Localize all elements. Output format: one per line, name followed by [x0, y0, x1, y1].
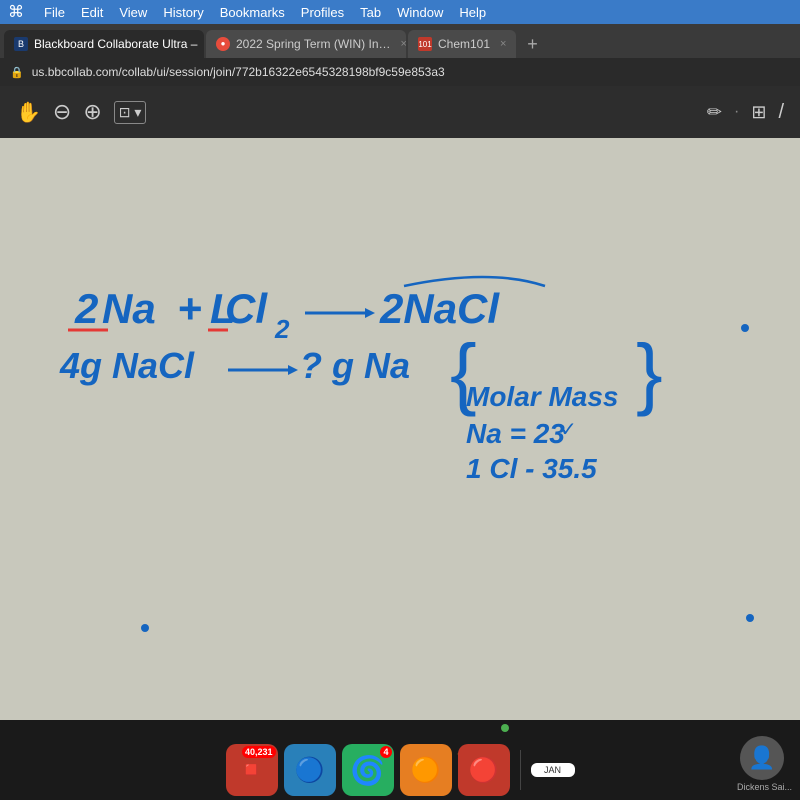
toolbar: ✋ ⊖ ⊕ ⊡ ▾ ✏ · ⊞ /	[0, 86, 800, 138]
pen-tool-button[interactable]: ✏	[707, 102, 722, 123]
tab-chem101-close[interactable]: ×	[500, 38, 506, 50]
frame-button[interactable]: ⊡ ▾	[114, 101, 147, 124]
menu-history[interactable]: History	[163, 5, 203, 20]
menu-view[interactable]: View	[119, 5, 147, 20]
tab-blackboard-label: Blackboard Collaborate Ultra –	[34, 37, 197, 51]
svg-text:1 Cl - 35.5: 1 Cl - 35.5	[466, 453, 597, 484]
tab-chem101-label: Chem101	[438, 37, 490, 51]
dock-badge-1: 40,231	[242, 746, 276, 758]
zoom-in-button[interactable]: ⊕	[83, 99, 101, 125]
menu-tab[interactable]: Tab	[360, 5, 381, 20]
menu-edit[interactable]: Edit	[81, 5, 103, 20]
dock-app-4[interactable]: 🟠	[400, 744, 452, 796]
tab-spring-term[interactable]: ● 2022 Spring Term (WIN) In… ×	[206, 30, 406, 58]
dock-badge-chrome: 4	[380, 746, 391, 758]
tab-spring-term-label: 2022 Spring Term (WIN) In…	[236, 37, 391, 51]
dock-app-1[interactable]: 🟥 40,231	[226, 744, 278, 796]
menu-window[interactable]: Window	[397, 5, 443, 20]
dock-app-chrome[interactable]: 🌀 4	[342, 744, 394, 796]
svg-text:4g NaCl: 4g NaCl	[59, 345, 195, 386]
svg-text:✓: ✓	[560, 419, 577, 441]
toolbar-left: ✋ ⊖ ⊕ ⊡ ▾	[16, 99, 146, 125]
menu-profiles[interactable]: Profiles	[301, 5, 344, 20]
slash-button[interactable]: /	[778, 101, 784, 124]
svg-text:Molar Mass: Molar Mass	[466, 381, 619, 412]
whiteboard-svg: 2 Na + L Cl 2 2NaCl 4g NaCl ? g Na { Mol…	[0, 138, 800, 720]
svg-text:Na = 23: Na = 23	[466, 418, 565, 449]
menu-help[interactable]: Help	[459, 5, 486, 20]
tab-spring-close[interactable]: ×	[401, 38, 407, 50]
tab-chem101[interactable]: 101 Chem101 ×	[408, 30, 516, 58]
toolbar-right: ✏ · ⊞ /	[707, 101, 784, 124]
whiteboard-area[interactable]: 2 Na + L Cl 2 2NaCl 4g NaCl ? g Na { Mol…	[0, 138, 800, 720]
zoom-out-button[interactable]: ⊖	[53, 99, 71, 125]
new-tab-button[interactable]: +	[518, 30, 546, 58]
user-name-label: Dickens Sai...	[737, 782, 792, 792]
user-avatar[interactable]: 👤	[740, 736, 784, 780]
notification-dot	[501, 724, 509, 732]
app-dock: 🟥 40,231 🔵 🌀 4 🟠 🔴 JAN	[0, 744, 800, 796]
tab-blackboard[interactable]: B Blackboard Collaborate Ultra – ×	[4, 30, 204, 58]
separator: ·	[734, 103, 739, 121]
hand-tool-button[interactable]: ✋	[16, 100, 41, 125]
apple-menu[interactable]: ⌘	[8, 2, 24, 22]
svg-text:2: 2	[74, 285, 98, 332]
bottom-dock-area: 👤 🔇 📷 🖐 🟥 40,231 🔵 🌀 4 🟠 🔴 JAN	[0, 720, 800, 800]
dock-app-5[interactable]: 🔴	[458, 744, 510, 796]
lock-icon: 🔒	[10, 66, 24, 79]
svg-text:Na: Na	[102, 285, 156, 332]
tab-bar: B Blackboard Collaborate Ultra – × ● 202…	[0, 24, 800, 58]
svg-text:2NaCl: 2NaCl	[379, 285, 500, 332]
dock-separator	[520, 750, 521, 790]
svg-text:}: }	[636, 328, 663, 417]
whiteboard-grid-button[interactable]: ⊞	[751, 102, 766, 123]
calendar-month: JAN	[531, 763, 575, 777]
menu-bar: ⌘ File Edit View History Bookmarks Profi…	[0, 0, 800, 24]
dock-app-2[interactable]: 🔵	[284, 744, 336, 796]
menu-bookmarks[interactable]: Bookmarks	[220, 5, 285, 20]
calendar-icon[interactable]: JAN	[531, 763, 575, 777]
svg-text:Cl: Cl	[225, 285, 268, 332]
url-text[interactable]: us.bbcollab.com/collab/ui/session/join/7…	[32, 65, 790, 79]
svg-text:+: +	[178, 285, 203, 332]
svg-text:2: 2	[274, 314, 290, 344]
address-bar: 🔒 us.bbcollab.com/collab/ui/session/join…	[0, 58, 800, 86]
svg-text:? g Na: ? g Na	[300, 345, 410, 386]
menu-file[interactable]: File	[44, 5, 65, 20]
